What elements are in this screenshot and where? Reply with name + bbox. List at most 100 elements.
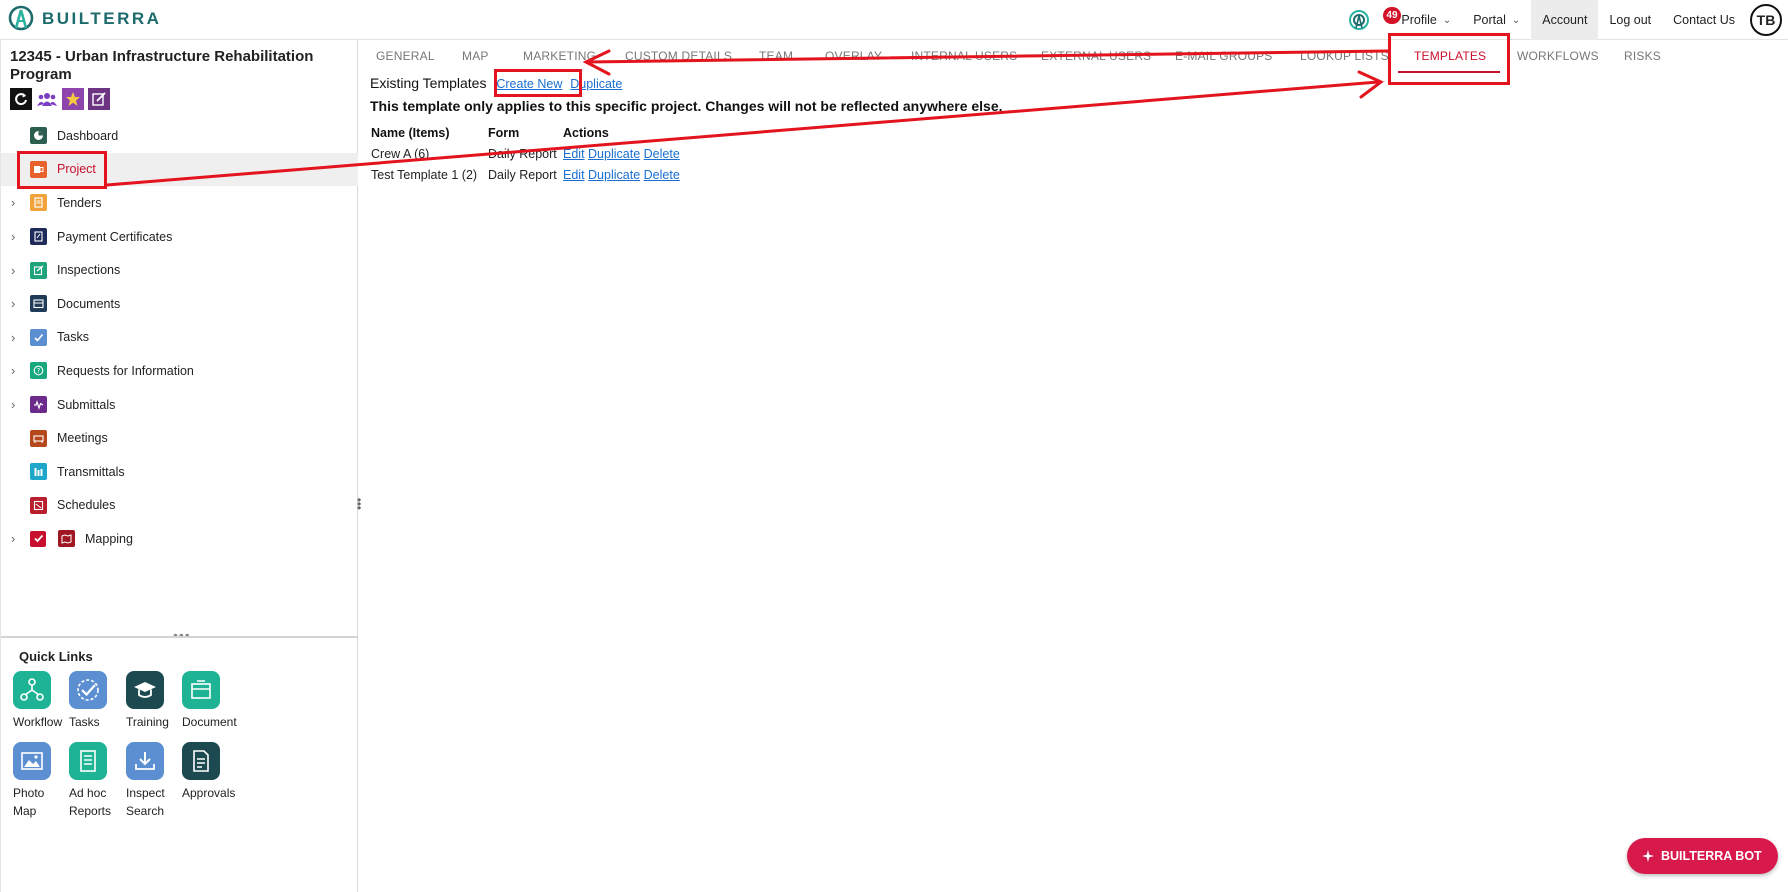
quick-link-label: Photo Map	[13, 786, 45, 818]
panel-splitter-handle[interactable]: •••	[173, 627, 191, 643]
quick-link-training[interactable]: Training	[126, 671, 182, 731]
quick-link-label: Document	[182, 715, 237, 729]
sidebar-item-meetings[interactable]: Meetings	[1, 421, 358, 455]
chevron-right-icon[interactable]: ›	[11, 363, 15, 378]
delete-link[interactable]: Delete	[644, 168, 680, 182]
sidebar-item-label: Inspections	[57, 263, 121, 278]
quick-link-ad-hoc-reports[interactable]: Ad hoc Reports	[69, 742, 125, 820]
mapping-icon	[58, 530, 75, 548]
user-avatar[interactable]: TB	[1750, 4, 1782, 36]
logout-link[interactable]: Log out	[1598, 0, 1662, 40]
sidebar-item-requests-for-information[interactable]: › ? Requests for Information	[1, 354, 358, 388]
notification-badge[interactable]: 49	[1383, 7, 1401, 24]
quick-link-workflow[interactable]: Workflow	[13, 671, 69, 731]
favorite-star-icon[interactable]	[62, 88, 84, 110]
table-header-row: Name (Items) Form Actions	[368, 123, 683, 143]
app-switcher[interactable]	[1339, 0, 1379, 40]
sidebar-item-label: Tenders	[57, 195, 102, 210]
existing-templates-header: Existing Templates Create New Duplicate	[370, 75, 622, 91]
bot-label: BUILTERRA BOT	[1661, 849, 1762, 863]
table-row: Crew A (6) Daily Report Edit Duplicate D…	[368, 143, 683, 164]
portal-menu[interactable]: Portal ⌄	[1462, 0, 1531, 40]
chevron-right-icon[interactable]: ›	[11, 330, 15, 345]
edit-link[interactable]: Edit	[563, 168, 585, 182]
sidebar-item-tenders[interactable]: › Tenders	[1, 186, 358, 220]
tab-custom-details[interactable]: CUSTOM DETAILS	[625, 49, 732, 63]
sidebar-item-project[interactable]: Project	[1, 152, 358, 187]
chevron-right-icon[interactable]: ›	[11, 397, 15, 412]
tab-risks[interactable]: RISKS	[1624, 49, 1661, 63]
tenders-icon	[30, 194, 47, 212]
sidebar-item-dashboard[interactable]: Dashboard	[1, 119, 358, 153]
quick-link-inspect-search[interactable]: Inspect Search	[126, 742, 182, 820]
top-navigation: 49 Profile ⌄ Portal ⌄ Account Log out Co…	[1339, 0, 1788, 40]
duplicate-link[interactable]: Duplicate	[588, 168, 640, 182]
project-quick-icons	[10, 88, 110, 110]
builterra-logo-icon	[8, 5, 34, 31]
workflow-icon	[13, 671, 51, 709]
quick-link-photo-map[interactable]: Photo Map	[13, 742, 69, 820]
quick-link-document[interactable]: Document	[182, 671, 238, 731]
column-header-name: Name (Items)	[371, 126, 450, 140]
sidebar: 12345 - Urban Infrastructure Rehabilitat…	[0, 40, 361, 892]
duplicate-link[interactable]: Duplicate	[570, 77, 622, 91]
profile-menu[interactable]: 49 Profile ⌄	[1379, 0, 1462, 40]
template-name: Crew A (6)	[371, 146, 430, 161]
mapping-checkbox[interactable]	[30, 530, 46, 547]
sidebar-item-mapping[interactable]: › Mapping	[1, 522, 358, 556]
tab-marketing[interactable]: MARKETING	[523, 49, 596, 63]
sidebar-item-inspections[interactable]: › Inspections	[1, 253, 358, 287]
duplicate-link[interactable]: Duplicate	[588, 147, 640, 161]
sidebar-item-submittals[interactable]: › Submittals	[1, 388, 358, 422]
edit-link[interactable]: Edit	[563, 147, 585, 161]
builterra-bot-button[interactable]: BUILTERRA BOT	[1627, 838, 1778, 874]
chevron-right-icon[interactable]: ›	[11, 229, 15, 244]
account-link[interactable]: Account	[1531, 0, 1599, 40]
project-menu: Dashboard Project › Tenders › Payment Ce…	[1, 119, 358, 556]
create-new-link[interactable]: Create New	[496, 77, 562, 91]
contact-us-link[interactable]: Contact Us	[1662, 0, 1746, 40]
active-tab-indicator	[1398, 71, 1500, 73]
chevron-right-icon[interactable]: ›	[11, 195, 15, 210]
chevron-right-icon[interactable]: ›	[11, 263, 15, 278]
team-icon[interactable]	[36, 88, 58, 110]
tasks-icon	[69, 671, 107, 709]
tab-workflows[interactable]: WORKFLOWS	[1517, 49, 1599, 63]
sidebar-item-label: Documents	[57, 296, 121, 311]
sidebar-item-payment-certificates[interactable]: › Payment Certificates	[1, 220, 358, 254]
delete-link[interactable]: Delete	[644, 147, 680, 161]
quick-links-title: Quick Links	[19, 649, 93, 664]
question-icon: ?	[30, 362, 47, 380]
tab-map[interactable]: MAP	[462, 49, 489, 63]
tab-overlay[interactable]: OVERLAY	[825, 49, 882, 63]
chevron-right-icon[interactable]: ›	[11, 531, 15, 546]
tab-general[interactable]: GENERAL	[376, 49, 435, 63]
sidebar-resize-handle[interactable]: • • •	[357, 494, 361, 514]
tab-internal-users[interactable]: INTERNAL USERS	[911, 49, 1017, 63]
quick-link-label: Tasks	[69, 715, 100, 729]
tab-email-groups[interactable]: E-MAIL GROUPS	[1175, 49, 1273, 63]
quick-link-label: Workflow	[13, 715, 63, 729]
refresh-icon[interactable]	[10, 88, 32, 110]
svg-text:?: ?	[37, 367, 41, 375]
quick-link-tasks[interactable]: Tasks	[69, 671, 125, 731]
sidebar-item-transmittals[interactable]: Transmittals	[1, 455, 358, 489]
inspections-icon	[30, 261, 47, 279]
brand-logo[interactable]: BUILTERRA	[6, 4, 161, 34]
tab-lookup-lists[interactable]: LOOKUP LISTS	[1300, 49, 1389, 63]
tab-templates[interactable]: TEMPLATES	[1414, 49, 1486, 63]
quick-link-label: Inspect Search	[126, 786, 165, 818]
download-icon	[126, 742, 164, 780]
edit-project-icon[interactable]	[88, 88, 110, 110]
sidebar-item-documents[interactable]: › Documents	[1, 287, 358, 321]
chevron-right-icon[interactable]: ›	[11, 296, 15, 311]
panel-splitter[interactable]	[1, 636, 358, 638]
chevron-down-icon: ⌄	[1442, 14, 1452, 26]
tab-team[interactable]: TEAM	[759, 49, 793, 63]
quick-link-approvals[interactable]: Approvals	[182, 742, 238, 802]
sidebar-item-tasks[interactable]: › Tasks	[1, 321, 358, 355]
existing-templates-heading: Existing Templates	[370, 75, 487, 91]
tab-external-users[interactable]: EXTERNAL USERS	[1041, 49, 1151, 63]
sidebar-item-schedules[interactable]: Schedules	[1, 489, 358, 523]
top-bar: BUILTERRA 49 Profile ⌄ Portal ⌄ Account …	[0, 0, 1788, 40]
